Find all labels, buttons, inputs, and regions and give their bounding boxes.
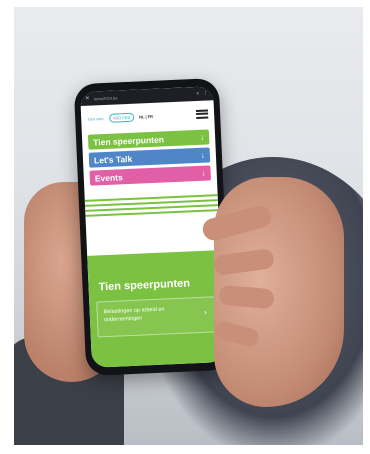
nav-events[interactable]: Events ↓ bbox=[89, 165, 212, 186]
nav-lets-talk[interactable]: Let's Talk ↓ bbox=[88, 147, 211, 168]
hamburger-menu-icon[interactable] bbox=[195, 108, 209, 119]
decorative-stripes bbox=[84, 194, 219, 217]
arrow-down-icon: ↓ bbox=[201, 168, 206, 178]
site-header: Tien voor VBO FEB NL | FR bbox=[81, 100, 215, 132]
nav-tien-speerpunten[interactable]: Tien speerpunten ↓ bbox=[87, 129, 210, 150]
hero-section: Tien speerpunten Belastingen op arbeid e… bbox=[87, 250, 225, 368]
close-icon[interactable]: ✕ bbox=[85, 96, 89, 102]
chevron-right-icon: › bbox=[203, 307, 207, 317]
share-icon[interactable]: < bbox=[196, 91, 199, 97]
nav-label: Let's Talk bbox=[93, 153, 133, 165]
url-text[interactable]: tienst2024.be bbox=[93, 92, 192, 101]
topic-card-text: Belastingen op arbeid en ondernemingen bbox=[103, 306, 165, 324]
arrow-down-icon: ↓ bbox=[200, 150, 206, 160]
more-icon[interactable]: ⋮ bbox=[203, 90, 208, 96]
nav-label: Events bbox=[94, 171, 123, 183]
nav-label: Tien speerpunten bbox=[93, 133, 165, 147]
partner-logo[interactable]: VBO FEB bbox=[108, 112, 135, 123]
hero-title: Tien speerpunten bbox=[98, 277, 191, 294]
topic-card[interactable]: Belastingen op arbeid en ondernemingen › bbox=[96, 296, 217, 338]
site-logo[interactable]: Tien voor bbox=[87, 116, 104, 122]
language-switch[interactable]: NL | FR bbox=[139, 113, 153, 119]
photo-frame: ✕ tienst2024.be < ⋮ Tien voor VBO FEB NL… bbox=[14, 7, 363, 445]
arrow-down-icon: ↓ bbox=[199, 132, 205, 142]
